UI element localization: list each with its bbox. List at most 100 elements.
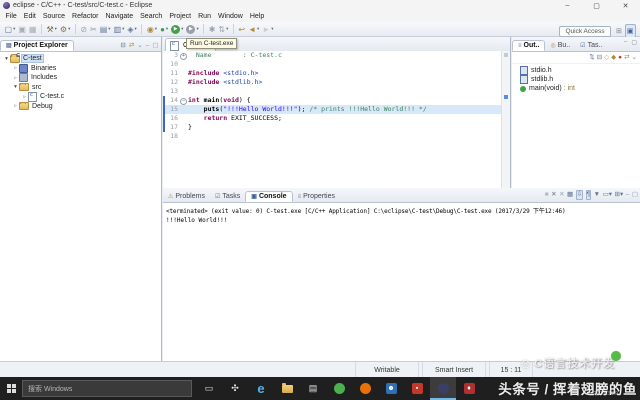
tree-item-src[interactable]: ▾ src [0, 82, 161, 93]
ruler-line-marker[interactable] [503, 95, 508, 99]
build-all-button[interactable]: ⚒ ▾ [45, 23, 57, 35]
expand-arrow-icon[interactable]: ▹ [12, 75, 19, 81]
fold-expand-icon[interactable]: + [180, 52, 187, 60]
tab-bu[interactable]: ◎ Bu.. [545, 40, 575, 51]
minimize-button[interactable]: – [553, 0, 582, 11]
outline-item-main-void-[interactable]: main(void) : int [512, 84, 640, 93]
code-line-18[interactable]: 18 [163, 132, 510, 141]
cpp-perspective-button[interactable]: ▣ [624, 24, 636, 38]
start-button[interactable] [0, 377, 22, 400]
expand-arrow-icon[interactable]: ▹ [21, 94, 28, 100]
run-button[interactable]: ▶ ▾ [170, 23, 184, 35]
file-explorer-button[interactable] [274, 377, 300, 400]
menu-help[interactable]: Help [246, 13, 267, 20]
debug-button[interactable]: ● ▾ [159, 23, 169, 35]
search-button[interactable]: ◉ ▾ [146, 23, 158, 35]
view-menu-button[interactable]: ⌄ [136, 39, 143, 51]
remove-launch-button[interactable]: ✕ [551, 191, 556, 199]
cut-button[interactable]: ✂ [89, 23, 98, 35]
code-line-10[interactable]: 10 [163, 60, 510, 69]
hide-non-public-button[interactable]: ● [618, 54, 622, 62]
build-config-button[interactable]: ⚙ ▾ [59, 23, 71, 35]
editor-gutter[interactable]: 12 [163, 78, 188, 87]
save-button[interactable]: ▣ [17, 23, 27, 35]
open-element-button[interactable]: ▤ ▾ [99, 23, 112, 35]
forward-button[interactable]: ► ▾ [261, 23, 274, 35]
tab-properties[interactable]: ≡ Properties [293, 191, 340, 202]
outline-item-stdlib-h[interactable]: stdlib.h [512, 75, 640, 84]
minimize-button[interactable]: – [622, 39, 629, 46]
open-perspective-button[interactable]: ⊞ [614, 24, 624, 38]
code-area[interactable]: 3 + Name : C-test.c 10 11 #include <stdio.h>… [163, 51, 510, 188]
minimize-button[interactable]: – [145, 39, 151, 51]
menu-window[interactable]: Window [214, 13, 246, 20]
maximize-button[interactable]: ▢ [151, 39, 159, 51]
code-line-13[interactable]: 13 [163, 87, 510, 96]
link-with-editor-button[interactable]: ⇄ [624, 54, 629, 62]
tree-item-debug[interactable]: ▹ Debug [0, 101, 161, 112]
hide-fields-button[interactable]: ◇ [604, 54, 609, 62]
clear-console-button[interactable]: ▦ [567, 191, 573, 199]
menu-project[interactable]: Project [166, 13, 195, 20]
scroll-lock-button[interactable]: ⇩ [575, 190, 584, 200]
eclipse-taskbar-button[interactable] [430, 377, 456, 400]
menu-navigate[interactable]: Navigate [102, 13, 137, 20]
collapse-all-button[interactable]: ⊟ [597, 54, 602, 62]
sort-button[interactable]: ⇅ [589, 54, 594, 62]
minimize-button[interactable]: – [626, 191, 630, 199]
code-line-16[interactable]: 16 return EXIT_SUCCESS; [163, 114, 510, 123]
code-line-15[interactable]: 15 puts("!!!Hello World!!!"); /* prints … [163, 105, 510, 114]
firefox-button[interactable] [352, 377, 378, 400]
terminate-button[interactable]: ■ [545, 191, 549, 199]
menu-source[interactable]: Source [39, 13, 68, 20]
code-line-12[interactable]: 12 #include <stdlib.h> [163, 78, 510, 87]
editor-gutter[interactable]: 13 [163, 87, 188, 96]
open-console-button[interactable]: ⊞▾ [615, 191, 624, 199]
tree-item-c-test-c[interactable]: ▹ C-test.c [0, 91, 161, 102]
pin-console-button[interactable]: ▼ [594, 191, 600, 199]
profile-button[interactable]: ▶ ▾ [185, 23, 199, 35]
view-menu-button[interactable]: ⌄ [632, 54, 637, 62]
maximize-button[interactable]: ▢ [629, 39, 639, 46]
tab-tasks[interactable]: ☑ Tasks [210, 191, 245, 202]
menu-refactor[interactable]: Refactor [69, 13, 102, 20]
hide-static-button[interactable]: ◆ [611, 54, 616, 62]
remove-all-launches-button[interactable]: ✕ [559, 191, 564, 199]
new-wizard-button[interactable]: ▢ ▾ [4, 23, 17, 35]
new-c-file-button[interactable]: ▥ ▾ [113, 23, 126, 35]
taskbar-search-input[interactable]: 搜索 Windows [22, 380, 192, 397]
editor-gutter[interactable]: 11 [163, 69, 188, 78]
tree-item-binaries[interactable]: ▹ Binaries [0, 63, 161, 74]
annotations-button[interactable]: ⇅ ▾ [217, 23, 229, 35]
skip-breakpoints-button[interactable]: ⊘ [79, 23, 88, 35]
save-all-button[interactable]: ▦ [28, 23, 38, 35]
menu-file[interactable]: File [2, 13, 20, 20]
task-view-button[interactable]: ▭ [196, 377, 222, 400]
word-wrap-button[interactable]: ¶ [585, 190, 592, 200]
last-edit-location-button[interactable]: ↩ [237, 23, 246, 35]
red-app-button[interactable]: ▪ [404, 377, 430, 400]
edge-button[interactable]: e [248, 377, 274, 400]
display-console-button[interactable]: ▭▾ [603, 191, 612, 199]
fold-collapse-icon[interactable]: − [180, 97, 187, 105]
tree-item-c-test[interactable]: ▾ C-test [0, 53, 161, 64]
new-class-button[interactable]: ◈ ▾ [126, 23, 137, 35]
code-line-3[interactable]: 3 + Name : C-test.c [163, 51, 510, 60]
close-button[interactable]: ✕ [611, 0, 640, 11]
quick-access-field[interactable]: Quick Access [559, 25, 611, 37]
editor-gutter[interactable]: 3 + [163, 51, 188, 60]
expand-arrow-icon[interactable]: ▹ [12, 103, 19, 109]
code-line-17[interactable]: 17} [163, 123, 510, 132]
editor-gutter[interactable]: 10 [163, 60, 188, 69]
collapse-arrow-icon[interactable]: ▾ [12, 84, 19, 90]
tab-project-explorer[interactable]: ▤ Project Explorer [0, 40, 74, 51]
expand-arrow-icon[interactable]: ▹ [12, 65, 19, 71]
store-button[interactable]: ▤ [300, 377, 326, 400]
tab-problems[interactable]: ⚠ Problems [163, 191, 210, 202]
mark-occurrences-button[interactable]: ✱ [208, 23, 217, 35]
editor-gutter[interactable]: 16 [163, 114, 188, 123]
editor-gutter[interactable]: 15 [163, 105, 188, 114]
collapse-all-button[interactable]: ⊟ [119, 39, 126, 51]
menu-search[interactable]: Search [137, 13, 166, 20]
menu-run[interactable]: Run [195, 13, 215, 20]
